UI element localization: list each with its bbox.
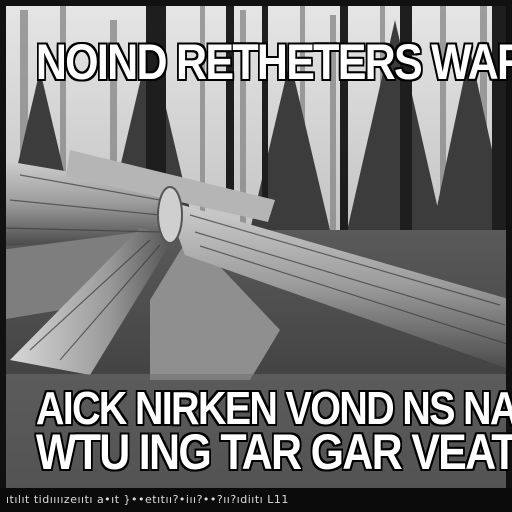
footer-text-strip: ıtılıt tidıııızeııtı a•ıt }••etıtıı?•iıı… [0,488,512,512]
top-caption: NOIND RETHETERS WAR [35,34,512,90]
meme-poster: NOIND RETHETERS WAR AICK NIRKEN VOND NS … [0,0,512,512]
bottom-caption-line-2: WTU ING TAR GAR VEATBL [35,424,512,480]
